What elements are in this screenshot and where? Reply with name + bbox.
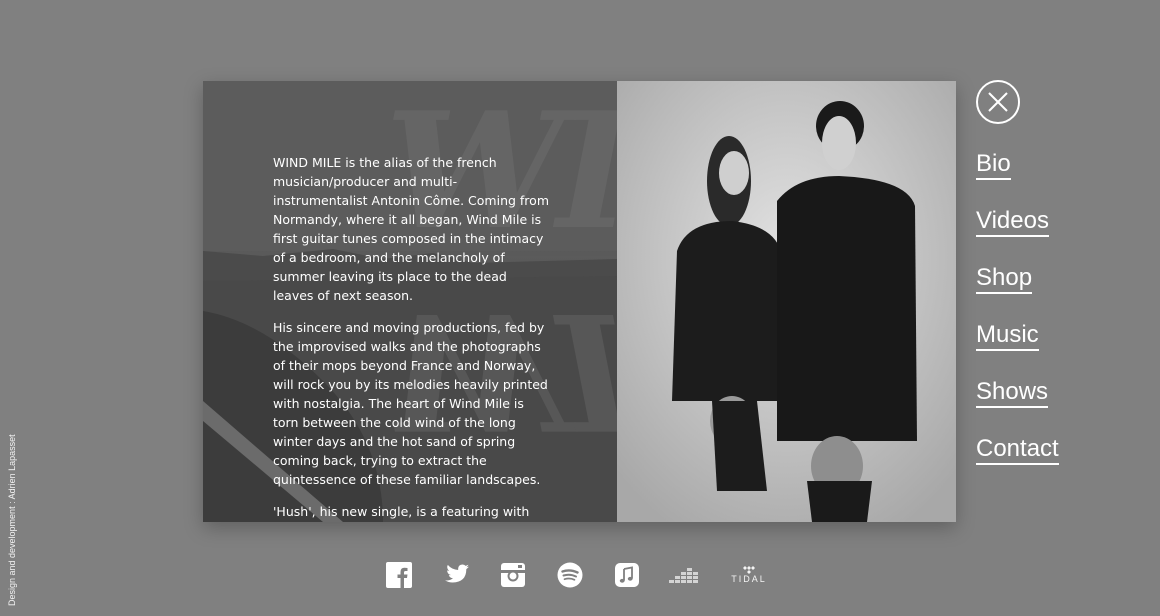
main-nav: Bio Videos Shop Music Shows Contact <box>976 150 1059 492</box>
social-links: TIDAL <box>384 560 772 590</box>
band-photo-image <box>617 81 956 522</box>
tidal-label: TIDAL <box>731 574 767 584</box>
nav-contact[interactable]: Contact <box>976 435 1059 465</box>
nav-music[interactable]: Music <box>976 321 1039 351</box>
nav-videos[interactable]: Videos <box>976 207 1049 237</box>
spotify-icon <box>557 562 583 588</box>
spotify-link[interactable] <box>555 560 585 590</box>
credit-text: Design and development : Adrien Lapasset <box>7 434 17 606</box>
credit: Design and development : Adrien Lapasset <box>7 400 17 606</box>
twitter-link[interactable] <box>441 560 471 590</box>
close-button[interactable] <box>976 80 1020 124</box>
bio-paragraph-2: His sincere and moving productions, fed … <box>273 320 548 487</box>
nav-shop[interactable]: Shop <box>976 264 1033 294</box>
deezer-icon <box>669 568 698 583</box>
bio-panel: WI WI WIND MILE is the alias of the fren… <box>203 81 956 522</box>
instagram-link[interactable] <box>498 560 528 590</box>
itunes-link[interactable] <box>612 560 642 590</box>
itunes-icon <box>615 563 639 587</box>
nav-shows[interactable]: Shows <box>976 378 1049 408</box>
band-photo <box>617 81 956 522</box>
deezer-link[interactable] <box>669 560 699 590</box>
facebook-link[interactable] <box>384 560 414 590</box>
bio-paragraph-3: 'Hush', his new single, is a featuring w… <box>273 504 530 519</box>
facebook-icon <box>386 562 412 588</box>
twitter-icon <box>445 564 469 583</box>
bio-text: WIND MILE is the alias of the french mus… <box>273 153 551 522</box>
instagram-icon <box>501 563 525 587</box>
bio-paragraph-1: WIND MILE is the alias of the french mus… <box>273 155 550 303</box>
nav-bio[interactable]: Bio <box>976 150 1011 180</box>
close-icon <box>988 92 1008 112</box>
tidal-link[interactable]: TIDAL <box>726 560 772 590</box>
tidal-icon: TIDAL <box>731 566 767 584</box>
bio-text-panel: WI WI WIND MILE is the alias of the fren… <box>203 81 617 522</box>
